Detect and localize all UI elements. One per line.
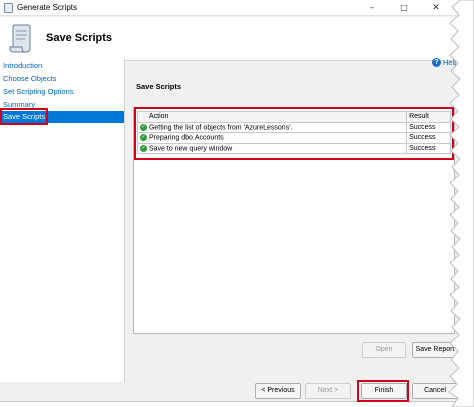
column-header-result[interactable]: Result — [406, 111, 451, 123]
action-cell: ✓ Getting the list of objects from 'Azur… — [136, 121, 408, 133]
action-text: Save to new query window — [148, 144, 233, 152]
next-button[interactable]: Next > — [305, 383, 351, 399]
result-cell: Success — [406, 142, 451, 154]
page-title: Save Scripts — [46, 32, 113, 44]
success-check-icon: ✓ — [140, 134, 147, 142]
script-scroll-icon — [9, 24, 31, 53]
action-text: Preparing dbo.Accounts — [148, 134, 224, 142]
action-text: Getting the list of objects from 'AzureL… — [148, 123, 293, 131]
window-title: Generate Scripts — [17, 3, 78, 12]
table-row[interactable]: ✓ Save to new query window Success — [136, 142, 451, 154]
results-grid: Action Result ✓ Getting the list of obje… — [136, 111, 451, 154]
table-row[interactable]: ✓ Preparing dbo.Accounts Success — [136, 132, 451, 144]
close-button[interactable]: ✕ — [422, 0, 450, 16]
column-header-action-label: Action — [149, 113, 169, 121]
wizard-nav: Introduction Choose Objects Set Scriptin… — [0, 58, 125, 382]
column-header-action[interactable]: Action — [136, 111, 408, 123]
nav-item-choose-objects[interactable]: Choose Objects — [0, 73, 124, 85]
success-check-icon: ✓ — [140, 123, 147, 131]
save-report-button[interactable]: Save Report — [412, 342, 458, 358]
help-icon[interactable]: ? — [432, 58, 441, 67]
open-button[interactable]: Open — [362, 342, 406, 358]
app-icon — [4, 3, 13, 13]
generate-scripts-window: Generate Scripts – □ ✕ Save Scripts Intr… — [0, 0, 460, 402]
nav-item-introduction[interactable]: Introduction — [0, 60, 124, 72]
previous-button[interactable]: < Previous — [255, 383, 301, 399]
wizard-header: Save Scripts — [0, 17, 460, 61]
grid-header-row: Action Result — [136, 111, 451, 123]
action-cell: ✓ Save to new query window — [136, 142, 408, 154]
result-cell: Success — [406, 132, 451, 144]
help-link[interactable]: Help — [443, 58, 458, 67]
minimize-button[interactable]: – — [358, 0, 386, 16]
nav-item-summary[interactable]: Summary — [0, 99, 124, 111]
results-grid-panel: Action Result ✓ Getting the list of obje… — [133, 107, 455, 334]
table-row[interactable]: ✓ Getting the list of objects from 'Azur… — [136, 121, 451, 133]
finish-button[interactable]: Finish — [361, 383, 407, 399]
section-title: Save Scripts — [136, 82, 182, 91]
success-check-icon: ✓ — [140, 144, 147, 152]
title-bar: Generate Scripts – □ ✕ — [0, 0, 460, 16]
result-cell: Success — [406, 121, 451, 133]
cancel-button[interactable]: Cancel — [412, 383, 458, 399]
maximize-button[interactable]: □ — [390, 0, 418, 16]
nav-item-save-scripts[interactable]: Save Scripts — [0, 111, 124, 123]
action-cell: ✓ Preparing dbo.Accounts — [136, 132, 408, 144]
nav-item-set-scripting-options[interactable]: Set Scripting Options — [0, 86, 124, 98]
